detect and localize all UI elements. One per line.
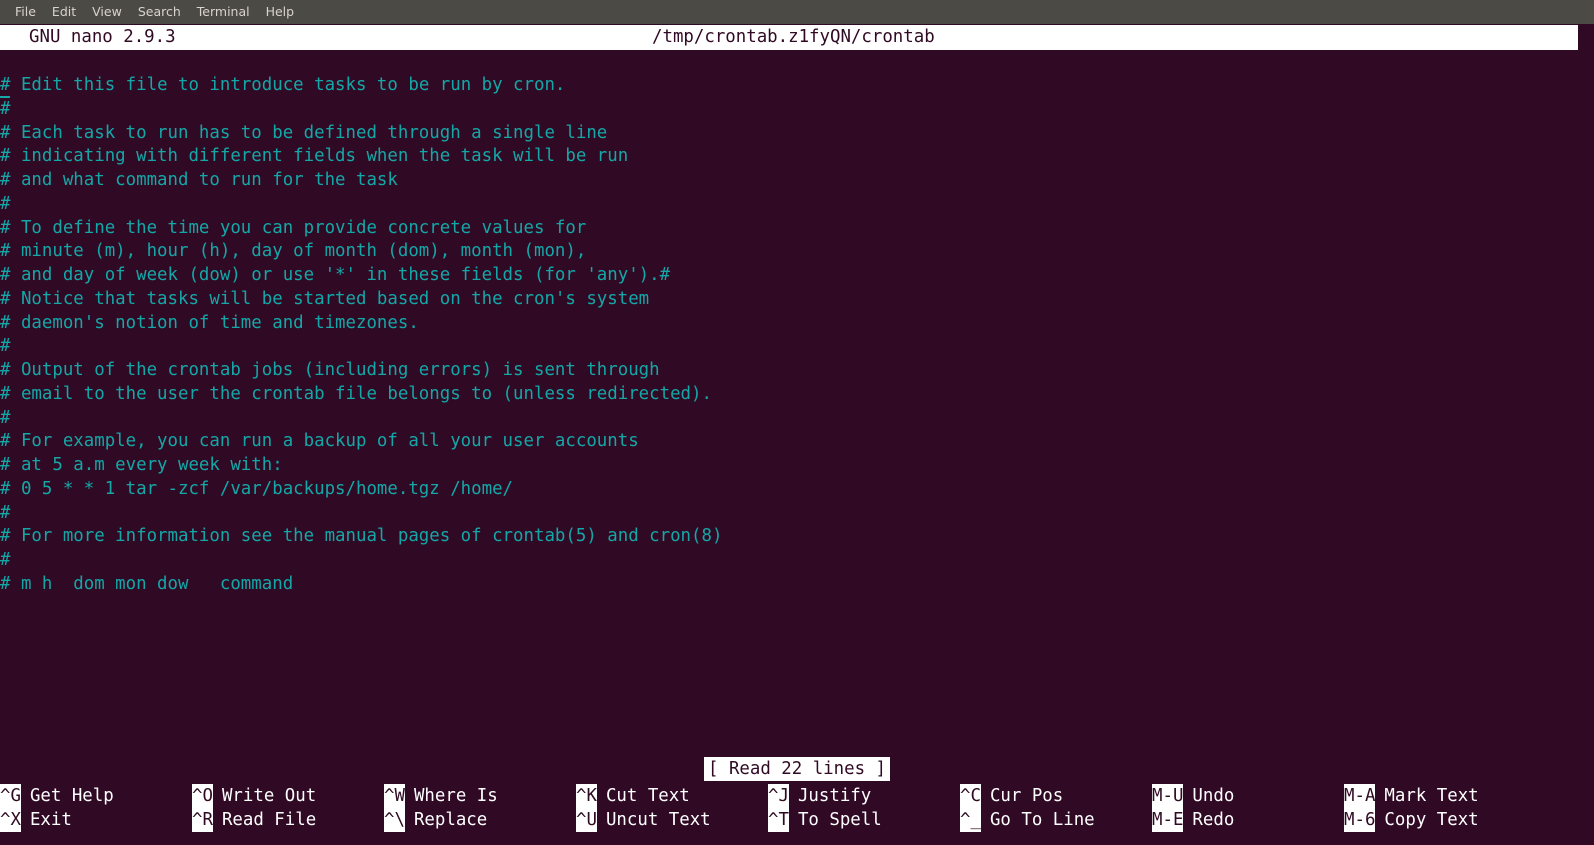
editor-line[interactable]: # For example, you can run a backup of a… xyxy=(0,430,1594,454)
editor-text-area[interactable]: # Edit this file to introduce tasks to b… xyxy=(0,74,1594,750)
shortcut-where-is[interactable]: ^WWhere Is xyxy=(384,784,576,808)
shortcut-label: Replace xyxy=(405,808,487,832)
nano-titlebar: GNU nano 2.9.3 /tmp/crontab.z1fyQN/cront… xyxy=(0,25,1578,50)
shortcut-label: Exit xyxy=(21,808,72,832)
editor-line[interactable]: # Edit this file to introduce tasks to b… xyxy=(0,74,1594,98)
shortcut-key: ^X xyxy=(0,808,21,832)
shortcut-key: ^J xyxy=(768,784,789,808)
shortcut-label: Write Out xyxy=(213,784,316,808)
shortcut-label: Read File xyxy=(213,808,316,832)
editor-line[interactable]: # For more information see the manual pa… xyxy=(0,525,1594,549)
shortcut-exit[interactable]: ^XExit xyxy=(0,808,192,832)
shortcut-label: Copy Text xyxy=(1375,808,1478,832)
editor-line[interactable]: # Notice that tasks will be started base… xyxy=(0,288,1594,312)
shortcut-key: ^G xyxy=(0,784,21,808)
shortcut-row-2: ^XExit^RRead File^\Replace^UUncut Text^T… xyxy=(0,808,1594,832)
shortcut-key: M-U xyxy=(1152,784,1183,808)
menu-item-terminal[interactable]: Terminal xyxy=(189,0,258,24)
shortcut-label: Go To Line xyxy=(981,808,1095,832)
shortcut-key: ^T xyxy=(768,808,789,832)
editor-line[interactable]: # and what command to run for the task xyxy=(0,169,1594,193)
terminal-window: File Edit View Search Terminal Help GNU … xyxy=(0,0,1594,845)
shortcut-replace[interactable]: ^\Replace xyxy=(384,808,576,832)
shortcut-label: Cur Pos xyxy=(981,784,1063,808)
editor-line-list: ## Each task to run has to be defined th… xyxy=(0,98,1594,597)
editor-line[interactable]: # xyxy=(0,98,1594,122)
shortcut-key: ^R xyxy=(192,808,213,832)
editor-line[interactable]: # xyxy=(0,407,1594,431)
shortcut-go-to-line[interactable]: ^_Go To Line xyxy=(960,808,1152,832)
shortcut-label: Undo xyxy=(1183,784,1234,808)
editor-line[interactable]: # Each task to run has to be defined thr… xyxy=(0,122,1594,146)
shortcut-cur-pos[interactable]: ^CCur Pos xyxy=(960,784,1152,808)
editor-line[interactable]: # xyxy=(0,335,1594,359)
editor-line[interactable]: # and day of week (dow) or use '*' in th… xyxy=(0,264,1594,288)
shortcut-key: ^_ xyxy=(960,808,981,832)
editor-line[interactable]: # indicating with different fields when … xyxy=(0,145,1594,169)
editor-line[interactable]: # minute (m), hour (h), day of month (do… xyxy=(0,240,1594,264)
nano-filepath-label: /tmp/crontab.z1fyQN/crontab xyxy=(652,25,935,50)
shortcut-get-help[interactable]: ^GGet Help xyxy=(0,784,192,808)
menu-item-search[interactable]: Search xyxy=(130,0,189,24)
window-menubar: File Edit View Search Terminal Help xyxy=(0,0,1594,24)
editor-line[interactable]: # email to the user the crontab file bel… xyxy=(0,383,1594,407)
shortcut-uncut-text[interactable]: ^UUncut Text xyxy=(576,808,768,832)
menu-item-file[interactable]: File xyxy=(7,0,44,24)
shortcut-key: M-6 xyxy=(1344,808,1375,832)
editor-line[interactable]: # xyxy=(0,193,1594,217)
editor-line[interactable]: # daemon's notion of time and timezones. xyxy=(0,312,1594,336)
shortcut-key: ^\ xyxy=(384,808,405,832)
shortcut-write-out[interactable]: ^OWrite Out xyxy=(192,784,384,808)
nano-version-label: GNU nano 2.9.3 xyxy=(29,25,176,50)
shortcut-read-file[interactable]: ^RRead File xyxy=(192,808,384,832)
shortcut-key: M-A xyxy=(1344,784,1375,808)
shortcut-key: ^W xyxy=(384,784,405,808)
shortcut-copy-text[interactable]: M-6Copy Text xyxy=(1344,808,1536,832)
menu-item-help[interactable]: Help xyxy=(258,0,303,24)
shortcut-label: Mark Text xyxy=(1375,784,1478,808)
editor-line[interactable]: # xyxy=(0,549,1594,573)
editor-line[interactable]: # at 5 a.m every week with: xyxy=(0,454,1594,478)
shortcut-key: ^O xyxy=(192,784,213,808)
editor-line[interactable]: # m h dom mon dow command xyxy=(0,573,1594,597)
shortcut-key: ^K xyxy=(576,784,597,808)
shortcut-label: Uncut Text xyxy=(597,808,711,832)
menu-item-edit[interactable]: Edit xyxy=(44,0,84,24)
shortcut-key: M-E xyxy=(1152,808,1183,832)
status-bar: [ Read 22 lines ] xyxy=(0,757,1594,781)
shortcut-label: Justify xyxy=(789,784,871,808)
shortcut-label: Redo xyxy=(1183,808,1234,832)
shortcut-redo[interactable]: M-ERedo xyxy=(1152,808,1344,832)
editor-line[interactable]: # xyxy=(0,502,1594,526)
shortcut-justify[interactable]: ^JJustify xyxy=(768,784,960,808)
status-message: [ Read 22 lines ] xyxy=(704,757,890,781)
shortcut-key: ^U xyxy=(576,808,597,832)
editor-line-text: Edit this file to introduce tasks to be … xyxy=(10,75,565,95)
shortcut-to-spell[interactable]: ^TTo Spell xyxy=(768,808,960,832)
editor-line[interactable]: # 0 5 * * 1 tar -zcf /var/backups/home.t… xyxy=(0,478,1594,502)
shortcut-help-bar: ^GGet Help^OWrite Out^WWhere Is^KCut Tex… xyxy=(0,784,1594,834)
shortcut-row-1: ^GGet Help^OWrite Out^WWhere Is^KCut Tex… xyxy=(0,784,1594,808)
shortcut-label: Get Help xyxy=(21,784,114,808)
shortcut-label: To Spell xyxy=(789,808,882,832)
shortcut-cut-text[interactable]: ^KCut Text xyxy=(576,784,768,808)
text-cursor: # xyxy=(0,75,10,98)
shortcut-key: ^C xyxy=(960,784,981,808)
shortcut-undo[interactable]: M-UUndo xyxy=(1152,784,1344,808)
shortcut-label: Where Is xyxy=(405,784,498,808)
shortcut-label: Cut Text xyxy=(597,784,690,808)
shortcut-mark-text[interactable]: M-AMark Text xyxy=(1344,784,1536,808)
editor-line[interactable]: # To define the time you can provide con… xyxy=(0,217,1594,241)
editor-line[interactable]: # Output of the crontab jobs (including … xyxy=(0,359,1594,383)
menu-item-view[interactable]: View xyxy=(84,0,130,24)
